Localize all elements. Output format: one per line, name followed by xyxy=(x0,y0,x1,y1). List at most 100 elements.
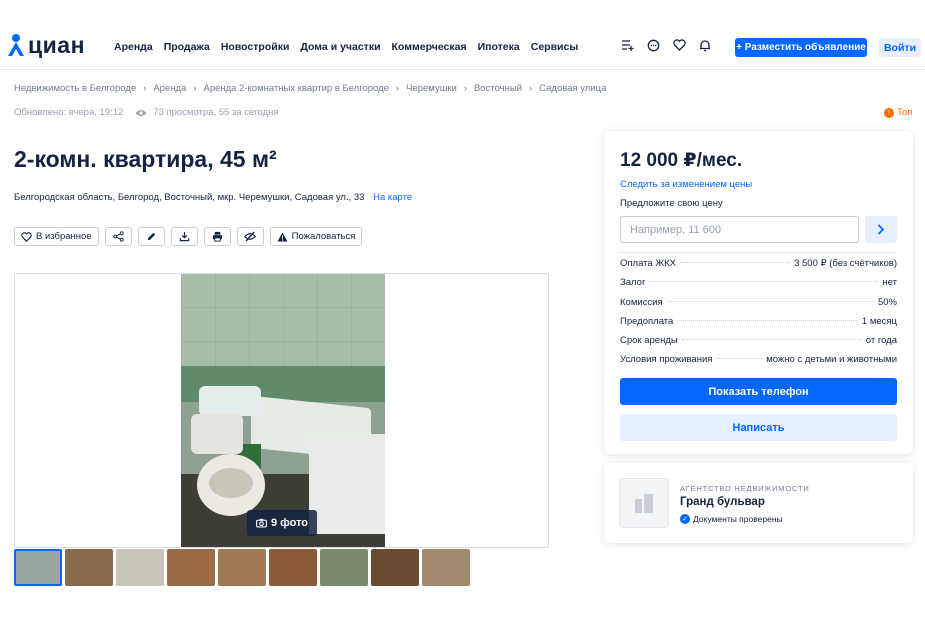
nav-item-rent[interactable]: Аренда xyxy=(114,41,153,53)
term-label: Оплата ЖКХ xyxy=(620,258,676,269)
nav-item-houses[interactable]: Дома и участки xyxy=(300,41,380,53)
term-value: от года xyxy=(865,335,897,347)
term-row: Условия проживания можно с детьми и живот… xyxy=(620,354,897,373)
nav-item-new-buildings[interactable]: Новостройки xyxy=(221,41,290,53)
logo-pin-icon xyxy=(8,34,24,56)
post-ad-button[interactable]: + Разместить объявление xyxy=(735,38,867,57)
gallery-thumbnail[interactable] xyxy=(218,549,266,586)
chevron-right-icon: › xyxy=(463,83,467,94)
breadcrumb: Недвижимость в Белгороде › Аренда › Аренда… xyxy=(14,83,606,94)
views-text: 73 просмотра, 55 за сегодня xyxy=(153,107,279,118)
chevron-right-icon: › xyxy=(143,83,147,94)
map-link[interactable]: На карте xyxy=(373,192,412,203)
edit-button[interactable] xyxy=(137,227,165,246)
updated-text: Обновлено: вчера, 19:12 xyxy=(14,107,124,118)
offer-submit-button[interactable] xyxy=(865,216,897,243)
term-value: нет xyxy=(882,277,897,289)
hide-button[interactable] xyxy=(236,227,264,246)
rent-terms: Оплата ЖКХ 3 500 ₽ (без счётчиков) Залог н… xyxy=(620,258,897,374)
logo[interactable]: циан xyxy=(6,33,85,57)
address-text: Белгородская область, Белгород, Восточны… xyxy=(14,192,365,203)
chevron-right-icon xyxy=(877,224,885,235)
print-button[interactable] xyxy=(203,227,231,246)
verified-label: Документы проверены xyxy=(693,514,783,524)
offer-label: Предложите свою цену xyxy=(620,198,723,209)
share-button[interactable] xyxy=(104,227,132,246)
top-badge: ↑ Топ xyxy=(884,107,913,118)
breadcrumb-item[interactable]: Аренда 2-комнатных квартир в Белгороде xyxy=(203,83,388,94)
photo-count-label: 9 фото xyxy=(270,517,309,529)
gallery-thumbnail[interactable] xyxy=(422,549,470,586)
nav-item-mortgage[interactable]: Ипотека xyxy=(478,41,520,53)
bell-icon[interactable] xyxy=(698,38,712,52)
listing-actions: В избранное Пожаловаться xyxy=(14,227,363,246)
term-value: 3 500 ₽ (без счётчиков) xyxy=(794,258,897,269)
report-button[interactable]: Пожаловаться xyxy=(269,227,363,246)
printer-icon xyxy=(212,231,222,242)
write-message-button[interactable]: Написать xyxy=(620,414,897,441)
header: циан Аренда Продажа Новостройки Дома и у… xyxy=(0,0,925,70)
agent-logo xyxy=(619,478,669,528)
main-photo[interactable] xyxy=(181,274,385,547)
term-label: Залог xyxy=(620,277,646,289)
chevron-right-icon: › xyxy=(193,83,197,94)
eye-off-icon xyxy=(244,231,257,242)
divider xyxy=(620,252,897,253)
address: Белгородская область, Белгород, Восточны… xyxy=(14,192,412,203)
price-card: 12 000 ₽/мес. Следить за изменением цены… xyxy=(604,131,913,454)
login-button[interactable]: Войти xyxy=(879,38,921,57)
camera-icon xyxy=(256,518,267,528)
term-value: 50% xyxy=(877,296,897,308)
breadcrumb-item[interactable]: Аренда xyxy=(153,83,186,94)
verified-check-icon: ✓ xyxy=(680,514,690,524)
report-label: Пожаловаться xyxy=(291,231,356,242)
term-row: Комиссия 50% xyxy=(620,297,897,316)
compare-list-icon[interactable] xyxy=(620,38,634,52)
page-title: 2-комн. квартира, 45 м² xyxy=(14,146,277,172)
download-button[interactable] xyxy=(170,227,198,246)
top-badge-label: Топ xyxy=(897,107,913,118)
gallery-thumbnail[interactable] xyxy=(269,549,317,586)
follow-price-link[interactable]: Следить за изменением цены xyxy=(620,179,752,190)
arrow-up-icon: ↑ xyxy=(884,107,894,118)
gallery-thumbnail[interactable] xyxy=(14,549,62,586)
term-label: Срок аренды xyxy=(620,335,678,347)
download-icon xyxy=(179,231,189,242)
listing-meta: Обновлено: вчера, 19:12 73 просмотра, 55… xyxy=(14,107,279,118)
logo-text: циан xyxy=(28,32,85,58)
heart-icon[interactable] xyxy=(672,38,686,52)
thumbnail-strip xyxy=(14,549,470,586)
nav-item-sale[interactable]: Продажа xyxy=(164,41,210,53)
header-icons xyxy=(620,38,712,52)
term-row: Оплата ЖКХ 3 500 ₽ (без счётчиков) xyxy=(620,258,897,277)
breadcrumb-item[interactable]: Недвижимость в Белгороде xyxy=(14,83,136,94)
favorite-label: В избранное xyxy=(36,231,92,242)
term-row: Залог нет xyxy=(620,277,897,296)
pencil-icon xyxy=(147,232,155,241)
gallery-thumbnail[interactable] xyxy=(320,549,368,586)
offer-price-input[interactable]: Например, 11 600 xyxy=(620,216,859,243)
photo-gallery[interactable]: 9 фото xyxy=(14,273,549,548)
term-label: Условия проживания xyxy=(620,354,713,366)
breadcrumb-item[interactable]: Садовая улица xyxy=(539,83,606,94)
nav-item-commercial[interactable]: Коммерческая xyxy=(392,41,467,53)
heart-icon xyxy=(21,231,32,242)
photo-count-button[interactable]: 9 фото xyxy=(247,510,317,536)
chat-icon[interactable] xyxy=(646,38,660,52)
favorite-button[interactable]: В избранное xyxy=(14,227,99,246)
main-nav: Аренда Продажа Новостройки Дома и участк… xyxy=(114,41,589,53)
agent-card[interactable]: АГЕНТСТВО НЕДВИЖИМОСТИ Гранд бульвар ✓ Д… xyxy=(604,463,913,543)
term-value: можно с детьми и животными xyxy=(766,354,897,366)
warning-icon xyxy=(277,231,288,242)
nav-item-services[interactable]: Сервисы xyxy=(531,41,579,53)
breadcrumb-item[interactable]: Восточный xyxy=(474,83,522,94)
term-row: Предоплата 1 месяц xyxy=(620,316,897,335)
agent-name[interactable]: Гранд бульвар xyxy=(680,496,765,508)
agent-type: АГЕНТСТВО НЕДВИЖИМОСТИ xyxy=(680,484,810,493)
gallery-thumbnail[interactable] xyxy=(116,549,164,586)
show-phone-button[interactable]: Показать телефон xyxy=(620,378,897,405)
breadcrumb-item[interactable]: Черемушки xyxy=(406,83,457,94)
gallery-thumbnail[interactable] xyxy=(65,549,113,586)
gallery-thumbnail[interactable] xyxy=(371,549,419,586)
gallery-thumbnail[interactable] xyxy=(167,549,215,586)
